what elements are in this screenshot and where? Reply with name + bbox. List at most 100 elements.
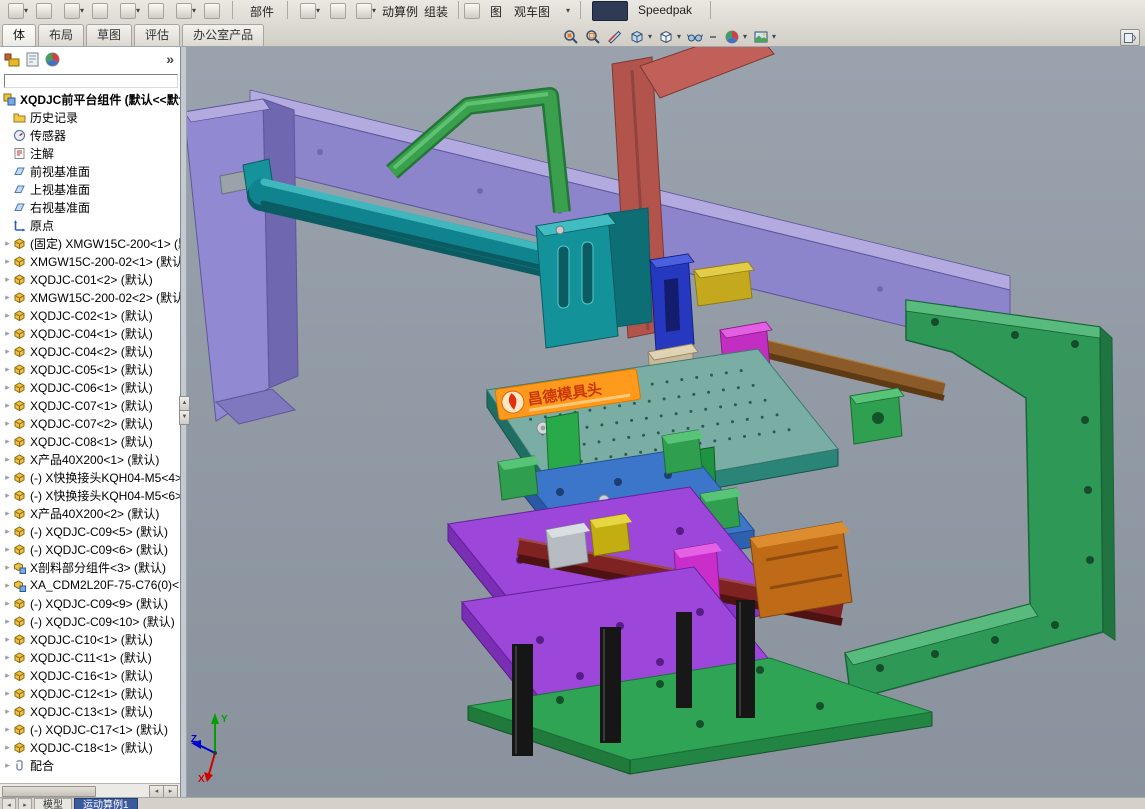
tree-item[interactable]: ▸ XQDJC-C04<1> (默认) [0, 324, 180, 342]
ribbon-button-label[interactable]: 观车图 [514, 3, 550, 20]
expand-arrow-icon[interactable]: ▸ [2, 400, 13, 411]
model-tabs-next-button[interactable]: ▸ [18, 798, 32, 809]
tree-item[interactable]: ▸ (-) XQDJC-C09<5> (默认) [0, 522, 180, 540]
dropdown-caret-icon[interactable]: ▾ [372, 6, 376, 15]
tree-item[interactable]: ▸ XQDJC-C07<2> (默认) [0, 414, 180, 432]
tree-item[interactable]: ▸ (-) XQDJC-C09<6> (默认) [0, 540, 180, 558]
expand-arrow-icon[interactable]: ▸ [2, 724, 13, 735]
tree-item[interactable]: 上视基准面 [0, 180, 180, 198]
ribbon-icon[interactable] [64, 3, 80, 19]
tree-item[interactable]: ▸ XQDJC-C06<1> (默认) [0, 378, 180, 396]
tree-item[interactable]: ▸ (固定) XMGW15C-200<1> (默 [0, 234, 180, 252]
tree-item[interactable]: 传感器 [0, 126, 180, 144]
dropdown-caret-icon[interactable]: ▾ [566, 6, 570, 15]
configurationmanager-tab-icon[interactable] [44, 51, 61, 68]
tree-item[interactable]: 原点 [0, 216, 180, 234]
tree-item[interactable]: ▸ 配合 [0, 756, 180, 774]
ribbon-button-label[interactable]: Speedpak [638, 3, 692, 17]
expand-arrow-icon[interactable]: ▸ [2, 562, 13, 573]
model-orange-block[interactable] [749, 521, 853, 619]
feature-tree-filter-input[interactable] [4, 74, 178, 88]
dropdown-caret-icon[interactable]: ▾ [316, 6, 320, 15]
expand-arrow-icon[interactable]: ▸ [2, 580, 13, 591]
expand-arrow-icon[interactable]: ▸ [2, 544, 13, 555]
tree-item[interactable]: ▸ XQDJC-C18<1> (默认) [0, 738, 180, 756]
zoom-area-icon[interactable] [584, 28, 601, 45]
tree-item[interactable]: ▸ X产品40X200<2> (默认) [0, 504, 180, 522]
splitter-down-arrow[interactable]: ▼ [179, 410, 190, 425]
expand-arrow-icon[interactable]: ▸ [2, 364, 13, 375]
expand-arrow-icon[interactable]: ▸ [2, 454, 13, 465]
tree-item[interactable]: ▸ (-) XQDJC-C09<9> (默认) [0, 594, 180, 612]
expand-arrow-icon[interactable]: ▸ [2, 490, 13, 501]
expand-arrow-icon[interactable]: ▸ [2, 256, 13, 267]
ribbon-button-label[interactable]: 动算例 [382, 3, 418, 20]
expand-arrow-icon[interactable]: ▸ [2, 508, 13, 519]
expand-arrow-icon[interactable]: ▸ [2, 382, 13, 393]
ribbon-icon[interactable] [464, 3, 480, 19]
expand-arrow-icon[interactable]: ▸ [2, 760, 13, 771]
tree-item[interactable]: ▸ X剖料部分组件<3> (默认) [0, 558, 180, 576]
tree-item[interactable]: 注解 [0, 144, 180, 162]
expand-arrow-icon[interactable]: ▸ [2, 418, 13, 429]
tree-item[interactable]: 历史记录 [0, 108, 180, 126]
model-tabs-prev-button[interactable]: ◂ [2, 798, 16, 809]
3d-viewport-scene[interactable]: 昌德模具头 Y Z X [186, 46, 1145, 798]
model-green-slider-block[interactable] [849, 387, 905, 445]
expand-arrow-icon[interactable]: ▸ [2, 616, 13, 627]
panel-expand-button[interactable]: » [166, 51, 176, 67]
tree-item[interactable]: ▸ XQDJC-C16<1> (默认) [0, 666, 180, 684]
expand-arrow-icon[interactable]: ▸ [2, 742, 13, 753]
edit-appearance-icon[interactable] [723, 28, 740, 45]
ribbon-icon[interactable] [148, 3, 164, 19]
expand-arrow-icon[interactable]: ▸ [2, 688, 13, 699]
dropdown-caret-icon[interactable]: ▾ [24, 6, 28, 15]
expand-arrow-icon[interactable]: ▸ [2, 670, 13, 681]
model-green-frame[interactable] [844, 299, 1116, 701]
tab-布局[interactable]: 布局 [38, 24, 85, 46]
tree-item[interactable]: ▸ (-) XQDJC-C17<1> (默认) [0, 720, 180, 738]
tree-item[interactable]: ▸ (-) X快换接头KQH04-M5<6> ( [0, 486, 180, 504]
ribbon-icon[interactable] [8, 3, 24, 19]
tree-item[interactable]: ▸ XA_CDM2L20F-75-C76(0)<1> [0, 576, 180, 594]
tree-item[interactable]: XQDJC前平台组件 (默认<<默认>_ [0, 90, 180, 108]
ribbon-icon[interactable] [330, 3, 346, 19]
featuremanager-tab-icon[interactable] [4, 51, 21, 68]
apply-scene-icon[interactable] [752, 28, 769, 45]
ribbon-icon[interactable] [300, 3, 316, 19]
tree-item[interactable]: ▸ XMGW15C-200-02<2> (默认) [0, 288, 180, 306]
expand-arrow-icon[interactable]: ▸ [2, 706, 13, 717]
study-tab-运动算例1[interactable]: 运动算例1 [74, 798, 138, 809]
ribbon-icon[interactable] [204, 3, 220, 19]
dropdown-caret-icon[interactable]: ▾ [136, 6, 140, 15]
study-tab-模型[interactable]: 模型 [34, 798, 72, 809]
ribbon-icon[interactable] [120, 3, 136, 19]
dropdown-caret-icon[interactable]: ▾ [677, 32, 681, 41]
ribbon-icon[interactable] [36, 3, 52, 19]
model-blue-bracket[interactable] [649, 253, 695, 351]
expand-arrow-icon[interactable]: ▸ [2, 328, 13, 339]
tree-item[interactable]: ▸ XMGW15C-200-02<1> (默认) [0, 252, 180, 270]
tree-item[interactable]: ▸ XQDJC-C02<1> (默认) [0, 306, 180, 324]
tree-item[interactable]: ▸ XQDJC-C04<2> (默认) [0, 342, 180, 360]
ribbon-icon[interactable] [356, 3, 372, 19]
section-view-icon[interactable] [606, 28, 623, 45]
model-gold-block[interactable] [693, 261, 755, 307]
tree-item[interactable]: ▸ X产品40X200<1> (默认) [0, 450, 180, 468]
tree-item[interactable]: ▸ XQDJC-C10<1> (默认) [0, 630, 180, 648]
splitter-up-arrow[interactable]: ▲ [179, 396, 190, 411]
ribbon-icon[interactable] [176, 3, 192, 19]
ribbon-icon[interactable] [92, 3, 108, 19]
expand-arrow-icon[interactable]: ▸ [2, 436, 13, 447]
tab-体[interactable]: 体 [2, 24, 37, 46]
expand-arrow-icon[interactable]: ▸ [2, 634, 13, 645]
tree-item[interactable]: ▸ XQDJC-C11<1> (默认) [0, 648, 180, 666]
expand-arrow-icon[interactable]: ▸ [2, 238, 13, 249]
scrollbar-thumb[interactable] [2, 786, 96, 797]
zoom-fit-icon[interactable] [562, 28, 579, 45]
model-gray-block[interactable] [545, 522, 590, 570]
tree-item[interactable]: ▸ XQDJC-C05<1> (默认) [0, 360, 180, 378]
ribbon-pressed-button[interactable] [592, 1, 628, 21]
hide-show-icon[interactable] [686, 28, 703, 45]
display-style-icon[interactable] [657, 28, 674, 45]
